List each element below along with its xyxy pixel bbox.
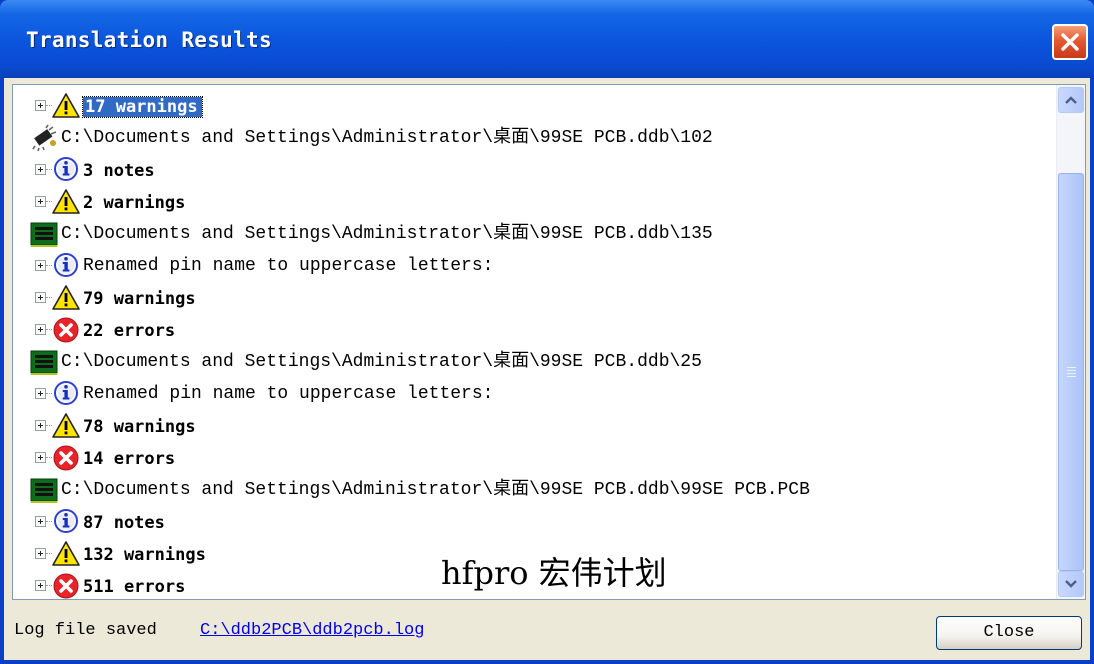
expand-toggle[interactable] (35, 420, 46, 431)
tree-item-label: 511 errors (83, 577, 186, 597)
pcb-icon (29, 220, 59, 248)
grip-line (1067, 370, 1076, 371)
tree-item[interactable]: C:\Documents and Settings\Administrator\… (13, 346, 1053, 378)
warning-icon (51, 284, 81, 312)
tree-item[interactable]: 17 warnings (13, 90, 1053, 122)
note-icon (51, 508, 81, 536)
vertical-scrollbar[interactable] (1056, 85, 1085, 599)
close-icon (1061, 33, 1079, 51)
tree-item[interactable]: C:\Documents and Settings\Administrator\… (13, 122, 1053, 154)
tree-item[interactable]: 22 errors (13, 314, 1053, 346)
tree-item[interactable]: 79 warnings (13, 282, 1053, 314)
tree-item-label: C:\Documents and Settings\Administrator\… (61, 224, 713, 244)
expand-toggle[interactable] (35, 516, 46, 527)
pcb-icon (29, 476, 59, 504)
tree-item[interactable]: 14 errors (13, 442, 1053, 474)
tree-item[interactable]: C:\Documents and Settings\Administrator\… (13, 474, 1053, 506)
tree-item-label: C:\Documents and Settings\Administrator\… (61, 352, 702, 372)
note-icon (51, 252, 81, 280)
tree-item-label: 22 errors (83, 321, 176, 341)
log-saved-label: Log file saved (14, 621, 157, 640)
tree-item-label: 79 warnings (83, 289, 196, 309)
tree-item-label: C:\Documents and Settings\Administrator\… (61, 128, 713, 148)
tree-item-label: 14 errors (83, 449, 176, 469)
expand-toggle[interactable] (35, 580, 46, 591)
tree-item[interactable]: 3 notes (13, 154, 1053, 186)
warning-icon (51, 540, 81, 568)
dialog-window: Translation Results 17 warnings C:\Docume… (0, 0, 1094, 664)
tree-item-label: 17 warnings (82, 96, 203, 118)
tree-item-label: 132 warnings (83, 545, 206, 565)
tree-item-label: 87 notes (83, 513, 165, 533)
grip-line (1067, 376, 1076, 377)
title-bar[interactable]: Translation Results (0, 0, 1094, 78)
note-icon (51, 156, 81, 184)
scroll-up-button[interactable] (1058, 87, 1084, 113)
error-icon (51, 316, 81, 344)
tree-item-label: 2 warnings (83, 193, 186, 213)
note-icon (51, 380, 81, 408)
results-tree[interactable]: 17 warnings C:\Documents and Settings\Adm… (12, 84, 1086, 600)
scroll-down-button[interactable] (1058, 571, 1084, 597)
close-button[interactable]: Close (936, 616, 1082, 650)
expand-toggle[interactable] (35, 260, 46, 271)
expand-toggle[interactable] (35, 292, 46, 303)
watermark-text: hfpro 宏伟计划 (441, 554, 667, 592)
tree-item-label: 78 warnings (83, 417, 196, 437)
chevron-down-icon (1065, 580, 1077, 588)
pcb-icon (29, 348, 59, 376)
chevron-up-icon (1065, 96, 1077, 104)
window-close-button[interactable] (1052, 24, 1088, 60)
expand-toggle[interactable] (35, 100, 46, 111)
tree-item[interactable]: 2 warnings (13, 186, 1053, 218)
expand-toggle[interactable] (35, 388, 46, 399)
dialog-body: 17 warnings C:\Documents and Settings\Adm… (4, 78, 1090, 660)
tree-item[interactable]: 87 notes (13, 506, 1053, 538)
scroll-thumb[interactable] (1058, 173, 1084, 571)
log-file-link[interactable]: C:\ddb2PCB\ddb2pcb.log (200, 621, 424, 640)
expand-toggle[interactable] (35, 164, 46, 175)
tree-item[interactable]: Renamed pin name to uppercase letters: (13, 378, 1053, 410)
error-icon (51, 444, 81, 472)
tree-item[interactable]: 78 warnings (13, 410, 1053, 442)
tree-item[interactable]: Renamed pin name to uppercase letters: (13, 250, 1053, 282)
expand-toggle[interactable] (35, 548, 46, 559)
warning-icon (51, 92, 81, 120)
component-icon (29, 124, 59, 152)
tree-item-label: 3 notes (83, 161, 155, 181)
expand-toggle[interactable] (35, 324, 46, 335)
grip-line (1067, 367, 1076, 368)
window-title: Translation Results (26, 28, 272, 52)
expand-toggle[interactable] (35, 452, 46, 463)
warning-icon (51, 188, 81, 216)
tree-item-label: Renamed pin name to uppercase letters: (83, 384, 494, 404)
expand-toggle[interactable] (35, 196, 46, 207)
tree-item[interactable]: C:\Documents and Settings\Administrator\… (13, 218, 1053, 250)
error-icon (51, 572, 81, 599)
tree-item-label: C:\Documents and Settings\Administrator\… (61, 480, 810, 500)
grip-line (1067, 373, 1076, 374)
warning-icon (51, 412, 81, 440)
tree-item-label: Renamed pin name to uppercase letters: (83, 256, 494, 276)
